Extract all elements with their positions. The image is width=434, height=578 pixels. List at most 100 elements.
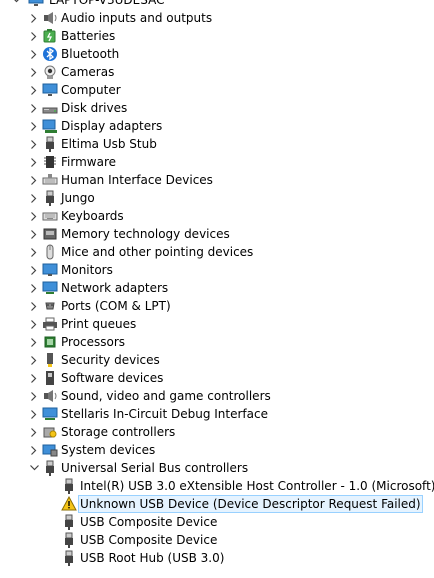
printer-icon bbox=[42, 316, 58, 332]
category-label: Disk drives bbox=[61, 101, 128, 115]
chevron-right-icon[interactable] bbox=[28, 441, 40, 459]
category-label: Ports (COM & LPT) bbox=[61, 299, 171, 313]
category-label: Bluetooth bbox=[61, 47, 120, 61]
chevron-right-icon[interactable] bbox=[28, 225, 40, 243]
chevron-right-icon[interactable] bbox=[28, 135, 40, 153]
chevron-right-icon[interactable] bbox=[28, 315, 40, 333]
category-label: Security devices bbox=[61, 353, 160, 367]
tree-category-eltima-usb-stub[interactable]: Eltima Usb Stub bbox=[0, 135, 434, 153]
tree-category-security-devices[interactable]: Security devices bbox=[0, 351, 434, 369]
category-label: Memory technology devices bbox=[61, 227, 230, 241]
chevron-right-icon[interactable] bbox=[28, 387, 40, 405]
tree-category-processors[interactable]: Processors bbox=[0, 333, 434, 351]
chevron-right-icon[interactable] bbox=[28, 261, 40, 279]
tree-category-audio-inputs-and-outputs[interactable]: Audio inputs and outputs bbox=[0, 9, 434, 27]
tree-category-print-queues[interactable]: Print queues bbox=[0, 315, 434, 333]
chevron-right-icon[interactable] bbox=[28, 333, 40, 351]
tree-category-monitors[interactable]: Monitors bbox=[0, 261, 434, 279]
category-label: Display adapters bbox=[61, 119, 163, 133]
chevron-right-icon[interactable] bbox=[28, 351, 40, 369]
tree-category-firmware[interactable]: Firmware bbox=[0, 153, 434, 171]
tree-category-stellaris-in-circuit-debug-interface[interactable]: Stellaris In-Circuit Debug Interface bbox=[0, 405, 434, 423]
tree-category-bluetooth[interactable]: Bluetooth bbox=[0, 45, 434, 63]
chevron-right-icon[interactable] bbox=[28, 153, 40, 171]
tree-root[interactable]: LAPTOP-V3UDESAC bbox=[0, 0, 434, 9]
memory-card-icon bbox=[42, 226, 58, 242]
warning-icon bbox=[61, 496, 77, 512]
chevron-right-icon[interactable] bbox=[28, 27, 40, 45]
tree-category-storage-controllers[interactable]: Storage controllers bbox=[0, 423, 434, 441]
device-tree[interactable]: LAPTOP-V3UDESAC Audio inputs and outputs… bbox=[0, 0, 434, 567]
tree-category-human-interface-devices[interactable]: Human Interface Devices bbox=[0, 171, 434, 189]
chevron-right-icon[interactable] bbox=[28, 297, 40, 315]
tree-device-item[interactable]: USB Composite Device bbox=[0, 531, 434, 549]
tree-device-item[interactable]: Intel(R) USB 3.0 eXtensible Host Control… bbox=[0, 477, 434, 495]
tree-category-disk-drives[interactable]: Disk drives bbox=[0, 99, 434, 117]
software-device-icon bbox=[42, 370, 58, 386]
category-label: Storage controllers bbox=[61, 425, 176, 439]
chevron-right-icon[interactable] bbox=[28, 63, 40, 81]
tree-category-memory-technology-devices[interactable]: Memory technology devices bbox=[0, 225, 434, 243]
tree-category-display-adapters[interactable]: Display adapters bbox=[0, 117, 434, 135]
storage-controller-icon bbox=[42, 424, 58, 440]
tree-category-sound-video-and-game-controllers[interactable]: Sound, video and game controllers bbox=[0, 387, 434, 405]
disk-drive-icon bbox=[42, 100, 58, 116]
camera-icon bbox=[42, 64, 58, 80]
tree-device-item[interactable]: USB Root Hub (USB 3.0) bbox=[0, 549, 434, 567]
category-label: Network adapters bbox=[61, 281, 169, 295]
root-label: LAPTOP-V3UDESAC bbox=[49, 0, 165, 7]
battery-icon bbox=[42, 28, 58, 44]
chevron-down-icon[interactable] bbox=[28, 459, 40, 477]
category-label: Stellaris In-Circuit Debug Interface bbox=[61, 407, 268, 421]
device-label: USB Composite Device bbox=[80, 515, 218, 529]
chevron-down-icon[interactable] bbox=[10, 0, 22, 9]
tree-category-ports-com-lpt[interactable]: Ports (COM & LPT) bbox=[0, 297, 434, 315]
usb-plug-icon bbox=[61, 478, 77, 494]
tree-device-item[interactable]: Unknown USB Device (Device Descriptor Re… bbox=[0, 495, 434, 513]
device-label: USB Root Hub (USB 3.0) bbox=[80, 551, 225, 565]
device-label: Unknown USB Device (Device Descriptor Re… bbox=[78, 495, 423, 513]
chevron-right-icon[interactable] bbox=[28, 171, 40, 189]
tree-device-item[interactable]: USB Composite Device bbox=[0, 513, 434, 531]
tree-category-computer[interactable]: Computer bbox=[0, 81, 434, 99]
chevron-right-icon[interactable] bbox=[28, 369, 40, 387]
chevron-right-icon[interactable] bbox=[28, 189, 40, 207]
chevron-right-icon[interactable] bbox=[28, 117, 40, 135]
debug-interface-icon bbox=[42, 406, 58, 422]
keyboard-icon bbox=[42, 208, 58, 224]
chevron-right-icon[interactable] bbox=[28, 279, 40, 297]
device-label: USB Composite Device bbox=[80, 533, 218, 547]
usb-plug-icon bbox=[61, 514, 77, 530]
usb-plug-icon bbox=[61, 532, 77, 548]
chevron-right-icon[interactable] bbox=[28, 405, 40, 423]
category-label: Firmware bbox=[61, 155, 116, 169]
hid-keyboard-icon bbox=[42, 172, 58, 188]
usb-controller-icon bbox=[42, 460, 58, 476]
tree-category-system-devices[interactable]: System devices bbox=[0, 441, 434, 459]
computer-icon bbox=[28, 0, 44, 8]
tree-category-keyboards[interactable]: Keyboards bbox=[0, 207, 434, 225]
tree-category-network-adapters[interactable]: Network adapters bbox=[0, 279, 434, 297]
category-label: Mice and other pointing devices bbox=[61, 245, 254, 259]
category-label: Jungo bbox=[61, 191, 95, 205]
chevron-right-icon[interactable] bbox=[28, 423, 40, 441]
tree-category-jungo[interactable]: Jungo bbox=[0, 189, 434, 207]
chevron-right-icon[interactable] bbox=[28, 99, 40, 117]
speaker-icon bbox=[42, 388, 58, 404]
category-label: Keyboards bbox=[61, 209, 124, 223]
tree-category-cameras[interactable]: Cameras bbox=[0, 63, 434, 81]
chevron-right-icon[interactable] bbox=[28, 9, 40, 27]
chip-icon bbox=[42, 154, 58, 170]
chevron-right-icon[interactable] bbox=[28, 81, 40, 99]
tree-category-batteries[interactable]: Batteries bbox=[0, 27, 434, 45]
chevron-right-icon[interactable] bbox=[28, 243, 40, 261]
chevron-right-icon[interactable] bbox=[28, 45, 40, 63]
tree-category-software-devices[interactable]: Software devices bbox=[0, 369, 434, 387]
bluetooth-icon bbox=[42, 46, 58, 62]
tree-category-universal-serial-bus-controllers[interactable]: Universal Serial Bus controllers bbox=[0, 459, 434, 477]
category-label: Universal Serial Bus controllers bbox=[61, 461, 249, 475]
chevron-right-icon[interactable] bbox=[28, 207, 40, 225]
category-label: System devices bbox=[61, 443, 156, 457]
tree-category-mice-and-other-pointing-devices[interactable]: Mice and other pointing devices bbox=[0, 243, 434, 261]
speaker-icon bbox=[42, 10, 58, 26]
